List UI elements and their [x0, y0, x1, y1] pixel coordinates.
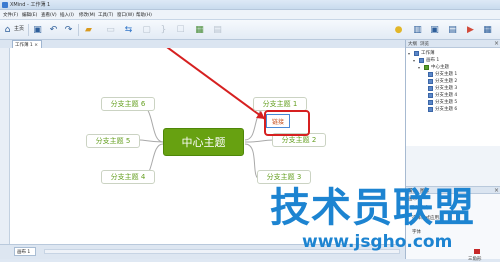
watermark-brand: 技术员联盟	[270, 185, 475, 231]
tab-browse[interactable]: 浏览	[420, 41, 429, 47]
watermark-url: www.jsgho.com	[302, 232, 453, 252]
title-bar: XMind - 工作薄 1	[0, 0, 500, 10]
branch-topic-4[interactable]: 分支主题 4	[101, 170, 155, 184]
tree-item[interactable]: 分支主题 6	[428, 106, 457, 112]
window-title: XMind - 工作薄 1	[10, 2, 51, 8]
presentation-icon[interactable]: ▶	[464, 23, 477, 36]
workbook-icon	[414, 50, 419, 56]
toolbar-separator	[78, 24, 79, 36]
tree-item[interactable]: 分支主题 1	[428, 71, 457, 77]
outline-panel-tabs: 大纲 浏览 ×	[406, 40, 500, 48]
summary-icon[interactable]: }	[157, 23, 170, 36]
branch-topic-3[interactable]: 分支主题 3	[257, 170, 311, 184]
topic-icon	[428, 106, 433, 112]
collapse-icon[interactable]: ▾	[418, 65, 422, 70]
relationship-icon[interactable]: ⇆	[122, 23, 135, 36]
collapse-icon[interactable]: ▾	[413, 58, 417, 63]
tree-item[interactable]: 分支主题 3	[428, 85, 457, 91]
branch-topic-6[interactable]: 分支主题 6	[101, 97, 155, 111]
close-icon[interactable]: ×	[494, 187, 499, 194]
menu-bar: 文件(F) 编辑(E) 查看(V) 插入(I) 修改(M) 工具(T) 窗口(W…	[0, 10, 500, 20]
xmind-app-icon	[2, 2, 8, 8]
add-topic-icon[interactable]: ▭	[104, 23, 117, 36]
tree-item[interactable]: ▾ 画布 1	[413, 57, 439, 63]
color-swatch[interactable]	[474, 249, 480, 254]
topic-icon	[428, 92, 433, 98]
note-icon[interactable]: ▤	[211, 23, 224, 36]
image-icon[interactable]: ▦	[193, 23, 206, 36]
branch-topic-1[interactable]: 分支主题 1	[253, 97, 307, 111]
topic-icon	[428, 78, 433, 84]
menu-file[interactable]: 文件(F)	[3, 12, 18, 18]
open-folder-icon[interactable]: ▰	[82, 23, 95, 36]
topic-icon	[428, 71, 433, 77]
sheet-icon	[419, 57, 424, 63]
structure-label[interactable]: 三角形	[468, 256, 482, 262]
outline-view-icon[interactable]: ▥	[411, 23, 424, 36]
overview-icon[interactable]: ▤	[446, 23, 459, 36]
undo-icon[interactable]: ↶	[47, 23, 60, 36]
menu-help[interactable]: 帮助(H)	[136, 12, 152, 18]
marker-icon[interactable]: ☐	[174, 23, 187, 36]
properties-icon[interactable]: ▦	[481, 23, 494, 36]
tree-item[interactable]: 分支主题 2	[428, 78, 457, 84]
topic-icon	[428, 99, 433, 105]
lightbulb-icon[interactable]: ●	[392, 23, 405, 36]
outline-tree: ▾ 工作薄 ▾ 画布 1 ▾ 中心主题 分支主题 1 分支主题 2 分支主题 3 分支…	[406, 48, 500, 146]
editor-tab-strip: 工作薄 1 ×	[0, 40, 405, 48]
redo-icon[interactable]: ↷	[62, 23, 75, 36]
menu-insert[interactable]: 插入(I)	[60, 12, 74, 18]
topic-icon	[428, 85, 433, 91]
menu-tools[interactable]: 工具(T)	[98, 12, 113, 18]
branch-topic-5[interactable]: 分支主题 5	[86, 134, 140, 148]
tab-outline[interactable]: 大纲	[408, 41, 417, 47]
central-topic[interactable]: 中心主题	[163, 128, 244, 156]
annotation-highlight-box	[264, 110, 310, 136]
sheet-tab[interactable]: 画布 1	[14, 247, 36, 256]
main-toolbar: ⌂ 主页 ▣ ↶ ↷ ▰ ▭ ⇆ ▢ } ☐ ▦ ▤ ● ▥ ▣ ▤ ▶ ▦	[0, 20, 500, 40]
home-icon[interactable]: ⌂	[1, 23, 14, 36]
central-topic-icon	[424, 64, 429, 70]
tree-item[interactable]: ▾ 中心主题	[418, 64, 449, 70]
save-icon[interactable]: ▣	[31, 23, 44, 36]
layout-icon[interactable]: ▣	[428, 23, 441, 36]
menu-view[interactable]: 查看(V)	[41, 12, 57, 18]
tab-workbook[interactable]: 工作薄 1 ×	[12, 40, 42, 48]
tree-item[interactable]: 分支主题 5	[428, 99, 457, 105]
left-side-strip	[0, 48, 10, 244]
toolbar-separator	[28, 24, 29, 36]
tree-item[interactable]: 分支主题 4	[428, 92, 457, 98]
tree-item[interactable]: ▾ 工作薄	[408, 50, 435, 56]
close-icon[interactable]: ×	[494, 40, 499, 47]
menu-window[interactable]: 窗口(W)	[117, 12, 134, 18]
outline-empty-area	[406, 146, 500, 186]
menu-edit[interactable]: 编辑(E)	[22, 12, 37, 18]
boundary-icon[interactable]: ▢	[140, 23, 153, 36]
collapse-icon[interactable]: ▾	[408, 51, 412, 56]
home-label[interactable]: 主页	[14, 25, 24, 32]
menu-modify[interactable]: 修改(M)	[79, 12, 95, 18]
